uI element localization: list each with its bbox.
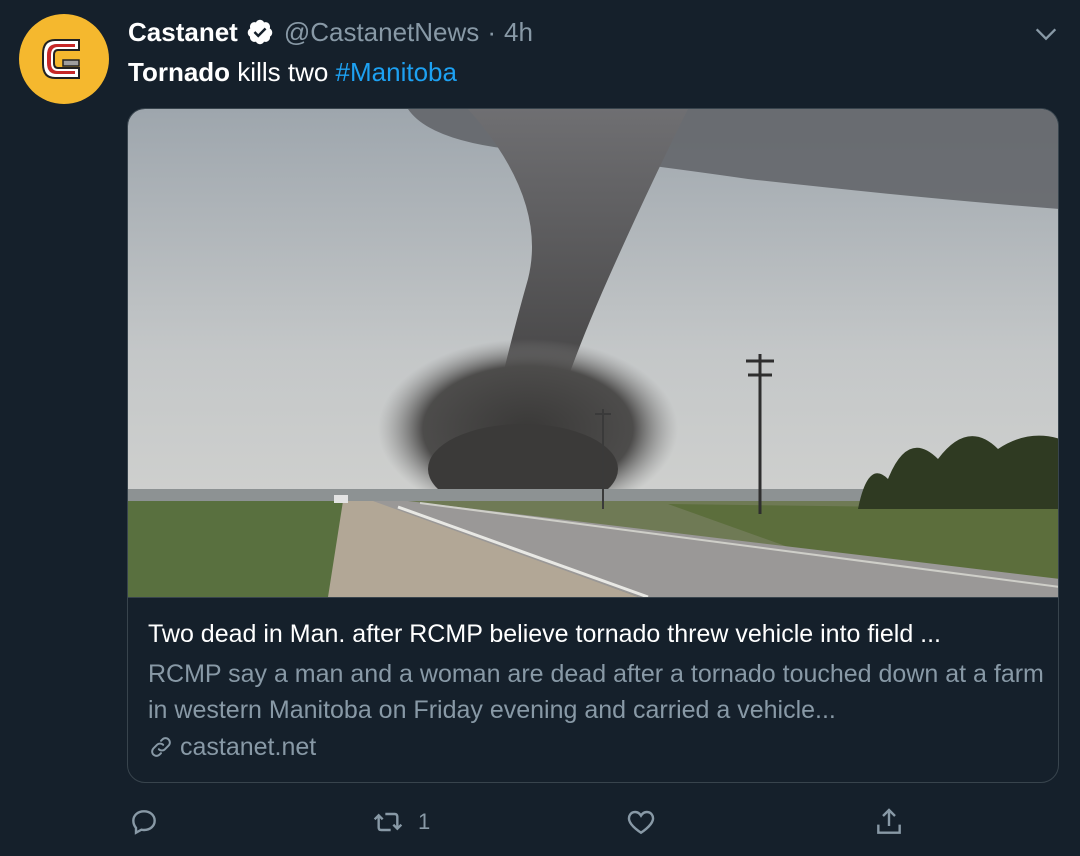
card-divider [128,597,1058,598]
reply-button[interactable] [128,800,174,844]
author-name[interactable]: Castanet [128,17,238,48]
retweet-icon [373,812,403,832]
share-icon [877,808,901,834]
card-title: Two dead in Man. after RCMP believe torn… [148,620,942,648]
card-domain-text: castanet.net [180,732,317,761]
separator-dot: · [487,16,496,47]
card-domain: castanet.net [148,729,316,765]
castanet-logo-icon [28,23,100,95]
tweet-text: Tornado kills two #Manitoba [128,54,457,90]
tweet-timestamp[interactable]: 4h [504,17,533,48]
link-card[interactable]: Two dead in Man. after RCMP believe torn… [127,108,1059,783]
verified-badge-icon [247,19,273,45]
share-button[interactable] [873,800,919,844]
chevron-down-icon[interactable] [1032,20,1060,48]
link-icon [151,737,171,757]
tweet-actions: 1 [0,800,1080,844]
like-button[interactable] [625,800,671,844]
reply-icon [132,810,156,835]
retweet-count: 1 [418,809,431,834]
avatar[interactable] [19,14,109,104]
tweet-text-plain: kills two [230,57,336,87]
tweet-text-bold: Tornado [128,57,231,87]
card-description: RCMP say a man and a woman are dead afte… [148,660,1044,724]
retweet-button[interactable]: 1 [372,800,430,844]
heart-icon [627,810,655,835]
hashtag-link[interactable]: #Manitoba [336,57,457,87]
author-handle[interactable]: @CastanetNews [284,17,479,48]
card-image-tornado [128,109,1058,597]
tweet-header: Castanet @CastanetNews · 4h [128,14,533,50]
